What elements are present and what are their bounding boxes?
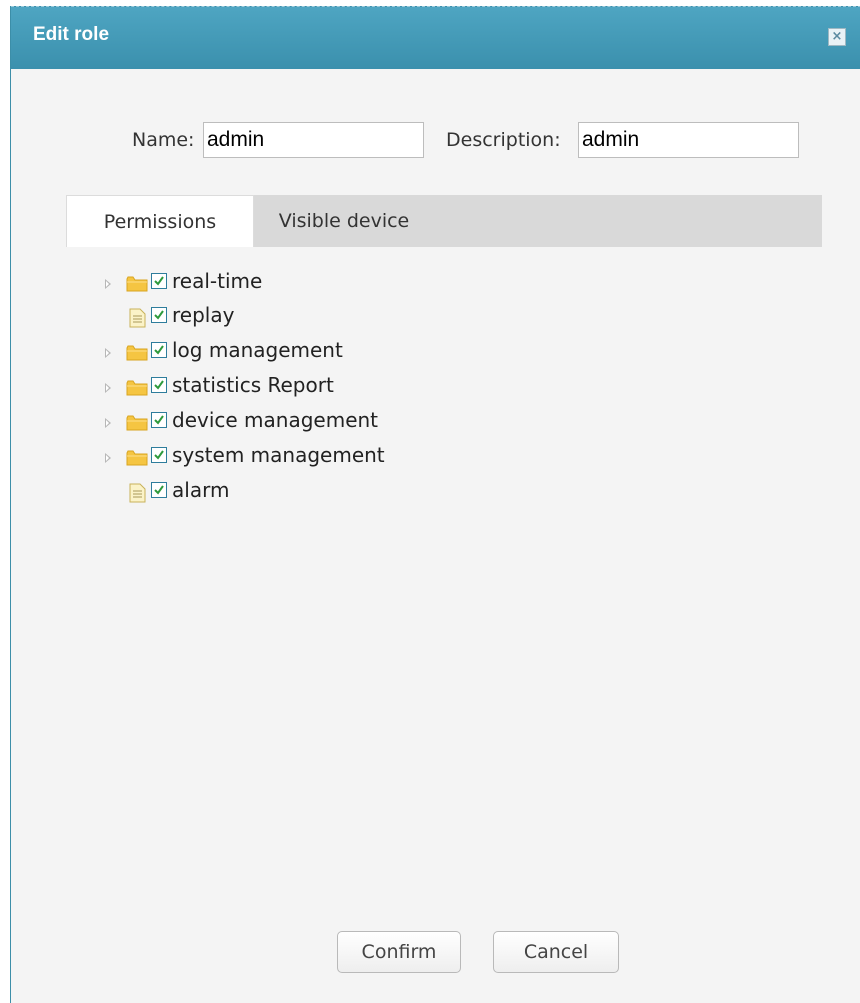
- expand-arrow-icon[interactable]: [105, 348, 111, 358]
- tree-node[interactable]: replay: [105, 303, 505, 334]
- tree-node[interactable]: log management: [105, 338, 505, 369]
- permission-checkbox[interactable]: [151, 377, 167, 393]
- permission-checkbox[interactable]: [151, 307, 167, 323]
- tree-node[interactable]: real-time: [105, 269, 505, 300]
- permission-checkbox[interactable]: [151, 447, 167, 463]
- tab-bar: Permissions Visible device: [66, 195, 822, 247]
- document-icon: [129, 308, 146, 328]
- folder-icon: [126, 380, 148, 396]
- permission-checkbox[interactable]: [151, 273, 167, 289]
- tree-node-label[interactable]: statistics Report: [172, 373, 334, 397]
- close-icon[interactable]: ×: [828, 28, 846, 46]
- folder-icon: [126, 415, 148, 431]
- confirm-button[interactable]: Confirm: [337, 931, 461, 973]
- tree-node-label[interactable]: device management: [172, 408, 378, 432]
- tab-visible-device[interactable]: Visible device: [254, 195, 434, 247]
- expand-arrow-icon[interactable]: [105, 279, 111, 289]
- document-icon: [129, 483, 146, 503]
- tree-node[interactable]: system management: [105, 443, 505, 474]
- description-label: Description:: [446, 129, 561, 151]
- dialog-title: Edit role: [33, 24, 110, 45]
- tree-node[interactable]: device management: [105, 408, 505, 439]
- permission-checkbox[interactable]: [151, 342, 167, 358]
- permission-checkbox[interactable]: [151, 412, 167, 428]
- tree-node[interactable]: statistics Report: [105, 373, 505, 404]
- folder-icon: [126, 276, 148, 292]
- tree-node[interactable]: alarm: [105, 478, 505, 509]
- dialog-title-bar[interactable]: Edit role ×: [11, 6, 860, 69]
- tree-node-label[interactable]: log management: [172, 338, 343, 362]
- expand-arrow-icon[interactable]: [105, 453, 111, 463]
- permission-checkbox[interactable]: [151, 482, 167, 498]
- cancel-button[interactable]: Cancel: [493, 931, 619, 973]
- tab-permissions[interactable]: Permissions: [66, 195, 254, 247]
- edit-role-dialog: Edit role × Name: Description: Permissio…: [10, 6, 860, 1003]
- tree-node-label[interactable]: alarm: [172, 478, 229, 502]
- name-input[interactable]: [203, 122, 424, 158]
- expand-arrow-icon[interactable]: [105, 383, 111, 393]
- name-label: Name:: [132, 129, 195, 151]
- tree-node-label[interactable]: system management: [172, 443, 385, 467]
- tree-node-label[interactable]: replay: [172, 303, 234, 327]
- description-input[interactable]: [578, 122, 799, 158]
- expand-arrow-icon[interactable]: [105, 418, 111, 428]
- folder-icon: [126, 450, 148, 466]
- tree-node-label[interactable]: real-time: [172, 269, 262, 293]
- folder-icon: [126, 345, 148, 361]
